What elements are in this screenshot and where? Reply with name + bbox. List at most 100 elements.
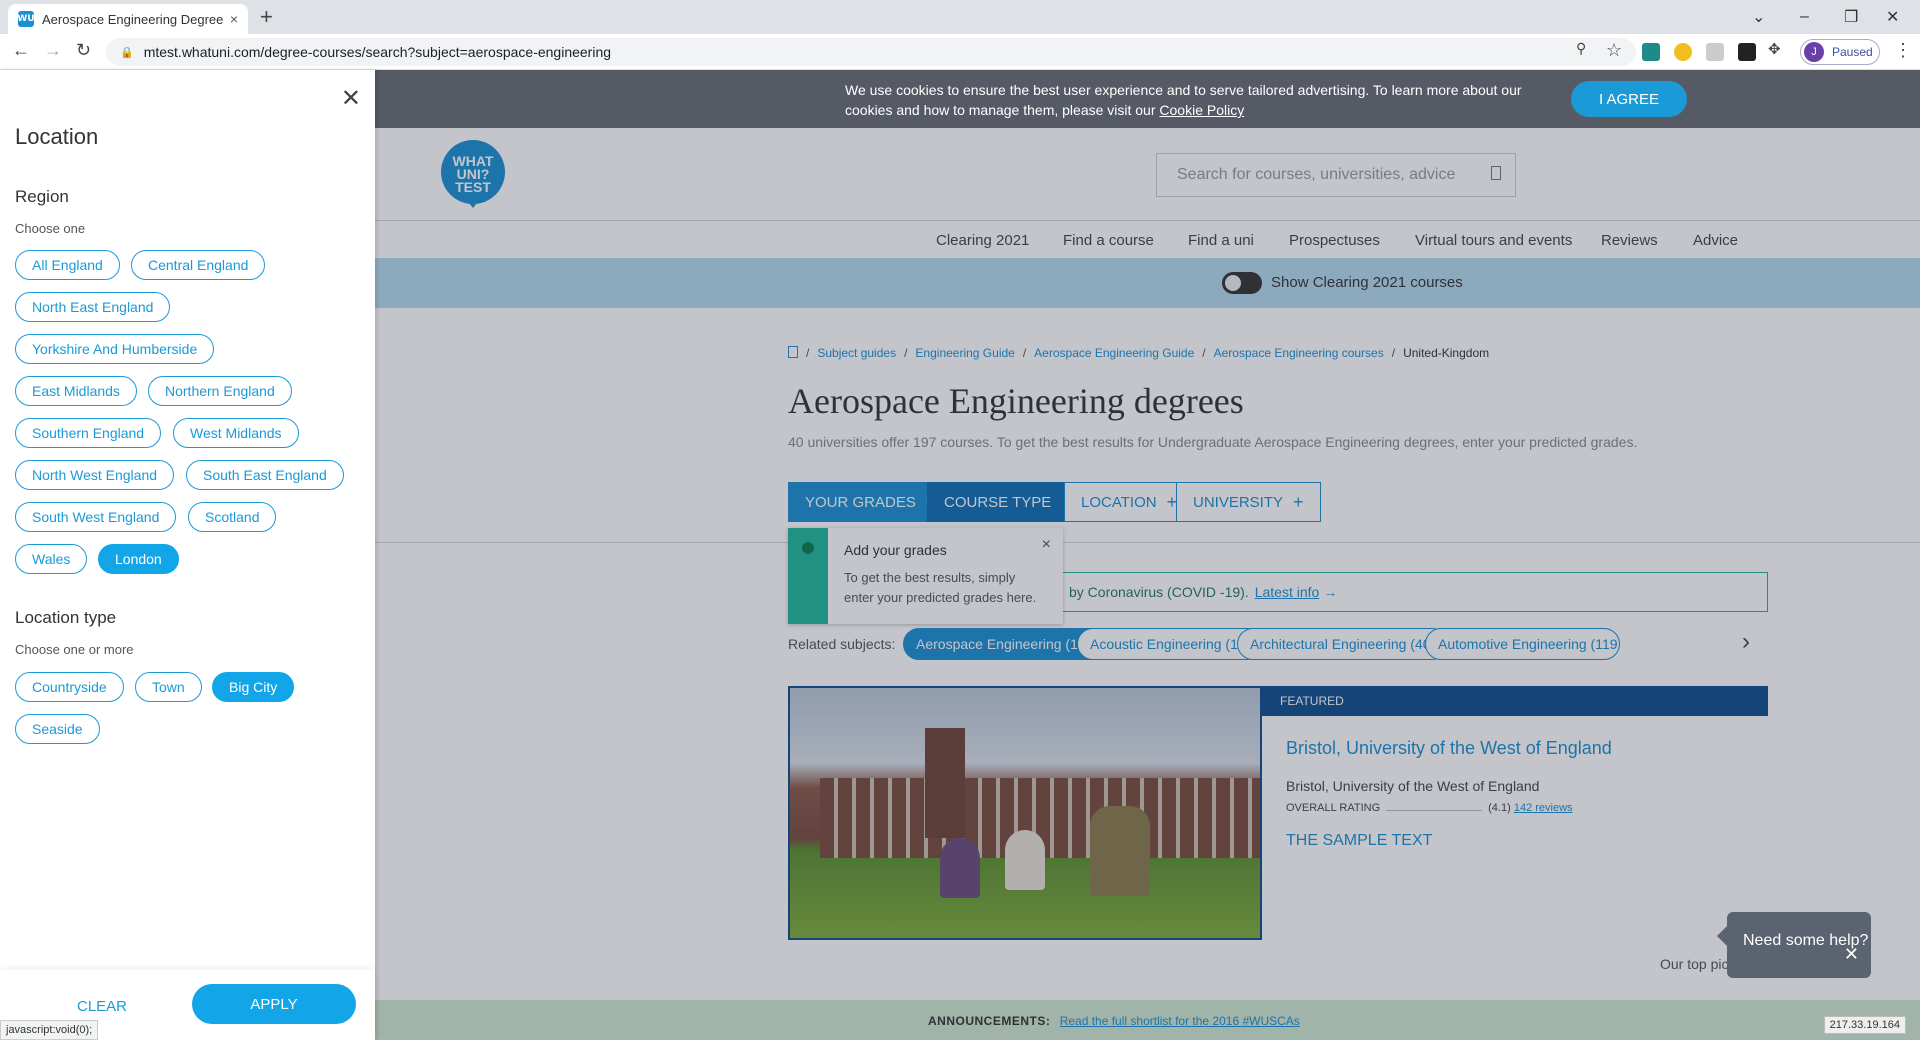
url-text: mtest.whatuni.com/degree-courses/search?… (143, 44, 612, 60)
help-chat-widget[interactable]: Need some help? ✕ (1717, 912, 1871, 978)
type-countryside[interactable]: Countryside (15, 672, 124, 702)
filter-label: COURSE TYPE (944, 493, 1052, 511)
minimize-icon[interactable]: – (1800, 0, 1809, 34)
nav-prospectuses[interactable]: Prospectuses (1289, 232, 1380, 249)
breadcrumb: / Subject guides / Engineering Guide / Aerosp… (788, 346, 1489, 360)
type-big-city[interactable]: Big City (212, 672, 295, 702)
related-subject-chip[interactable]: Acoustic Engineering (15) (1077, 628, 1264, 660)
extension-icon[interactable] (1674, 43, 1692, 61)
breadcrumb-link[interactable]: Aerospace Engineering Guide (1034, 346, 1194, 360)
announcement-link[interactable]: Read the full shortlist for the 2016 #WU… (1060, 1014, 1300, 1028)
region-scotland[interactable]: Scotland (188, 502, 277, 532)
featured-card[interactable]: FEATURED Bristol, University of the West… (788, 686, 1768, 940)
tab-title: Aerospace Engineering Degrees (42, 11, 224, 27)
region-south-west-england[interactable]: South West England (15, 502, 177, 532)
clearing-toggle[interactable] (1222, 272, 1262, 294)
sample-text-link[interactable]: THE SAMPLE TEXT (1286, 832, 1432, 850)
university-name-link[interactable]: Bristol, University of the West of Engla… (1286, 738, 1612, 759)
search-placeholder: Search for courses, universities, advice (1177, 166, 1456, 183)
clear-button[interactable]: CLEAR (77, 998, 127, 1015)
breadcrumb-link[interactable]: Subject guides (817, 346, 896, 360)
type-town[interactable]: Town (135, 672, 202, 702)
region-south-east-england[interactable]: South East England (186, 460, 344, 490)
related-subject-chip[interactable]: Architectural Engineering (40) (1237, 628, 1449, 660)
nav-find-course[interactable]: Find a course (1063, 232, 1154, 249)
close-help-icon[interactable]: ✕ (1844, 944, 1859, 965)
forward-icon[interactable]: → (44, 40, 62, 61)
bookmark-star-icon[interactable]: ☆ (1606, 40, 1622, 61)
nav-advice[interactable]: Advice (1693, 232, 1738, 249)
nav-reviews[interactable]: Reviews (1601, 232, 1658, 249)
region-northern-england[interactable]: Northern England (148, 376, 292, 406)
extension-icon[interactable] (1738, 43, 1756, 61)
breadcrumb-link[interactable]: Engineering Guide (915, 346, 1014, 360)
chevron-right-icon[interactable]: › (1742, 628, 1750, 656)
region-london[interactable]: London (98, 544, 179, 574)
whatuni-favicon-icon: WU (17, 11, 35, 27)
location-icon[interactable]: ⚲ (1576, 40, 1586, 57)
profile-button[interactable]: J Paused (1800, 39, 1880, 65)
nav-virtual-tours[interactable]: Virtual tours and events (1415, 232, 1572, 249)
browser-tab[interactable]: WU Aerospace Engineering Degrees × (8, 4, 248, 34)
type-seaside[interactable]: Seaside (15, 714, 100, 744)
search-icon[interactable] (1491, 166, 1501, 180)
region-north-west-england[interactable]: North West England (15, 460, 175, 490)
page-title: Aerospace Engineering degrees (788, 381, 1244, 421)
region-east-midlands[interactable]: East Midlands (15, 376, 137, 406)
nav-find-uni[interactable]: Find a uni (1188, 232, 1254, 249)
cookie-banner: We use cookies to ensure the best user e… (375, 70, 1920, 128)
close-icon[interactable]: ✕ (341, 84, 361, 113)
logo-text: WHAT UNI? TEST (452, 153, 494, 195)
rating-label: OVERALL RATING (1286, 802, 1381, 814)
region-heading: Region (15, 187, 69, 206)
covid-latest-info-link[interactable]: Latest info (1255, 584, 1320, 600)
breadcrumb-current: United-Kingdom (1403, 346, 1490, 360)
filter-location-button[interactable]: LOCATION + (1064, 482, 1195, 522)
related-subject-chip[interactable]: Automotive Engineering (119 (1425, 628, 1620, 660)
location-filter-panel: ✕ Location Region Choose one All England… (0, 70, 375, 1040)
region-southern-england[interactable]: Southern England (15, 418, 162, 448)
region-north-east-england[interactable]: North East England (15, 292, 171, 322)
site-search-input[interactable]: Search for courses, universities, advice (1156, 153, 1516, 197)
tooltip-description: To get the best results, simply enter yo… (844, 570, 1037, 605)
grades-tooltip: Add your grades To get the best results,… (788, 528, 1063, 624)
clearing-toggle-label: Show Clearing 2021 courses (1271, 274, 1463, 291)
announcements-label: ANNOUNCEMENTS: (928, 1014, 1051, 1028)
avatar: J (1804, 42, 1824, 62)
home-icon[interactable] (788, 346, 798, 358)
cookie-agree-button[interactable]: I AGREE (1571, 81, 1687, 117)
student-figure (1005, 830, 1045, 890)
window-close-icon[interactable]: ✕ (1886, 0, 1899, 34)
tooltip-close-icon[interactable]: × (1042, 536, 1051, 554)
rating-stars (1386, 803, 1483, 811)
reload-icon[interactable]: ↻ (76, 40, 91, 61)
region-wales[interactable]: Wales (15, 544, 88, 574)
divider (375, 542, 1920, 543)
new-tab-button[interactable]: + (260, 4, 273, 30)
extension-icon[interactable] (1706, 43, 1724, 61)
announcements-bar: ANNOUNCEMENTS: Read the full shortlist f… (375, 1000, 1920, 1040)
apply-button[interactable]: APPLY (192, 984, 356, 1024)
region-west-midlands[interactable]: West Midlands (173, 418, 299, 448)
tab-search-icon[interactable]: ⌄ (1752, 0, 1765, 34)
whatuni-logo[interactable]: WHAT UNI? TEST (441, 140, 505, 208)
restore-icon[interactable]: ❐ (1844, 0, 1858, 34)
region-all-england[interactable]: All England (15, 250, 120, 280)
university-name: Bristol, University of the West of Engla… (1286, 778, 1540, 794)
close-tab-icon[interactable]: × (230, 11, 238, 27)
tower-shape (925, 728, 965, 838)
menu-kebab-icon[interactable]: ⋮ (1894, 40, 1912, 61)
extensions-puzzle-icon[interactable]: ✥ (1768, 40, 1781, 58)
filter-university-button[interactable]: UNIVERSITY + (1176, 482, 1321, 522)
nav-clearing[interactable]: Clearing 2021 (936, 232, 1029, 249)
browser-tab-bar: WU Aerospace Engineering Degrees × + ⌄ –… (0, 0, 1920, 34)
filter-label: YOUR GRADES (805, 493, 916, 511)
breadcrumb-link[interactable]: Aerospace Engineering courses (1214, 346, 1384, 360)
back-icon[interactable]: ← (12, 40, 30, 61)
region-yorkshire-humberside[interactable]: Yorkshire And Humberside (15, 334, 215, 364)
extension-icon[interactable] (1642, 43, 1660, 61)
cookie-policy-link[interactable]: Cookie Policy (1159, 102, 1244, 118)
reviews-link[interactable]: 142 reviews (1514, 802, 1573, 814)
address-bar[interactable]: 🔒 mtest.whatuni.com/degree-courses/searc… (106, 38, 1636, 66)
region-central-england[interactable]: Central England (131, 250, 266, 280)
